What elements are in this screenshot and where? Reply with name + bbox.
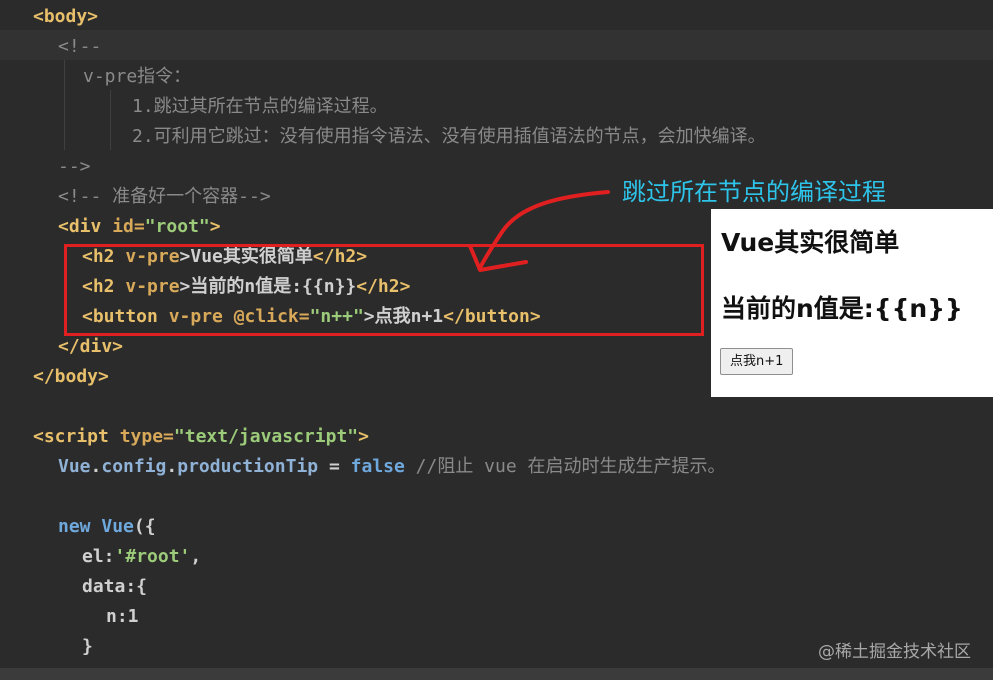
arrow-head [468,244,528,272]
browser-preview: Vue其实很简单 当前的n值是:{{n}} 点我n+1 [711,209,993,397]
status-bar [0,668,993,680]
preview-heading-2: 当前的n值是:{{n}} [721,294,963,323]
watermark: @稀土掘金技术社区 [818,642,971,662]
annotation-label: 跳过所在节点的编译过程 [622,178,886,206]
increment-button[interactable]: 点我n+1 [720,348,794,375]
preview-heading-1: Vue其实很简单 [721,228,900,257]
arrow-curve [478,190,610,270]
